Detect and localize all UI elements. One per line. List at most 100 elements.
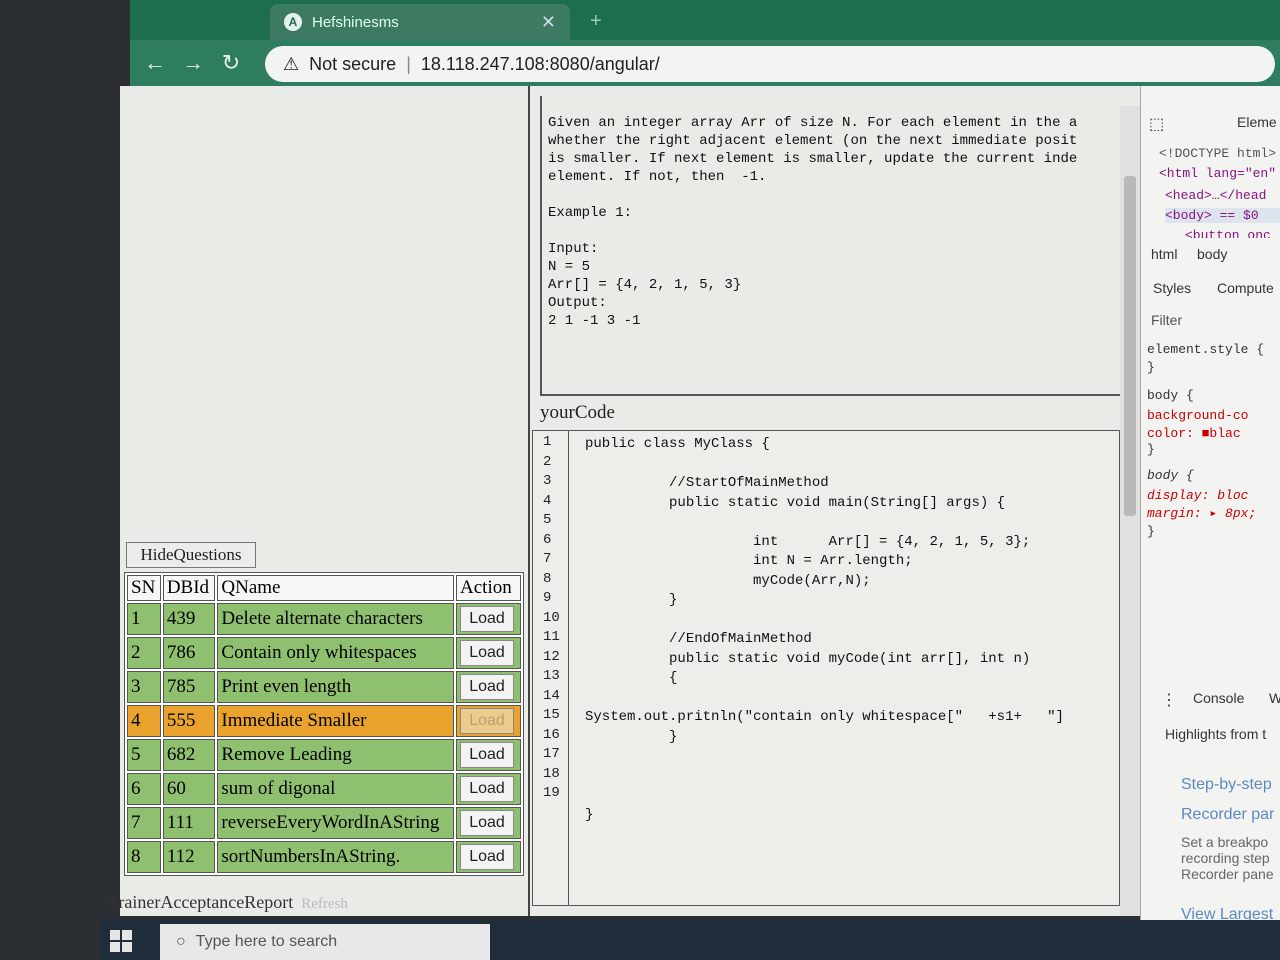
code-line[interactable]: } bbox=[585, 806, 1115, 826]
code-line[interactable] bbox=[585, 689, 1115, 709]
row-qname: Contain only whitespaces bbox=[217, 637, 455, 669]
load-button[interactable]: Load bbox=[460, 606, 515, 632]
load-button[interactable]: Load bbox=[460, 640, 515, 666]
back-icon[interactable]: ← bbox=[136, 50, 174, 76]
code-line[interactable]: //StartOfMainMethod bbox=[585, 474, 1115, 494]
load-button[interactable]: Load bbox=[460, 674, 515, 700]
dom-button[interactable]: <button onc bbox=[1185, 228, 1271, 238]
row-qname: sortNumbersInAString. bbox=[217, 841, 455, 873]
code-line[interactable]: //EndOfMainMethod bbox=[585, 630, 1115, 650]
recorder-link[interactable]: Recorder par bbox=[1181, 806, 1274, 824]
security-label: Not secure bbox=[309, 53, 397, 74]
favicon-icon: A bbox=[284, 13, 302, 31]
trainer-report-link[interactable]: TrainerAcceptanceReport Refresh bbox=[108, 892, 348, 913]
row-sn: 7 bbox=[127, 807, 161, 839]
code-line[interactable]: int N = Arr.length; bbox=[585, 552, 1115, 572]
style-rule: body { bbox=[1147, 468, 1194, 483]
row-action: Load bbox=[456, 773, 521, 805]
code-line[interactable]: public static void main(String[] args) { bbox=[585, 494, 1115, 514]
console-tab[interactable]: Console bbox=[1193, 690, 1244, 706]
styles-filter[interactable]: Filter bbox=[1151, 312, 1182, 328]
row-sn: 8 bbox=[127, 841, 161, 873]
reload-icon[interactable]: ↻ bbox=[212, 50, 250, 76]
question-description: Given an integer array Arr of size N. Fo… bbox=[540, 96, 1120, 396]
windows-start-icon[interactable] bbox=[110, 930, 132, 952]
question-list-pane: HideQuestions SN DBId QName Action 1 439… bbox=[108, 86, 530, 916]
warning-icon: ⚠ bbox=[283, 53, 300, 74]
line-number: 10 bbox=[543, 609, 560, 626]
header-qname: QName bbox=[217, 575, 455, 601]
breadcrumb-body[interactable]: body bbox=[1197, 246, 1227, 262]
header-dbid: DBId bbox=[162, 575, 216, 601]
code-line[interactable]: } bbox=[585, 728, 1115, 748]
computed-tab[interactable]: Compute bbox=[1217, 280, 1274, 296]
devtools-panel: ⬚ Eleme <!DOCTYPE html> <html lang="en" … bbox=[1140, 86, 1280, 960]
whats-new-tab[interactable]: W bbox=[1269, 690, 1280, 706]
code-line[interactable]: { bbox=[585, 669, 1115, 689]
code-editor[interactable]: 1 2 3 4 5 6 7 8 9 10 11 12 13 14 15 16 17 18 19 public cla… bbox=[532, 430, 1120, 906]
dom-head[interactable]: <head>…</head bbox=[1165, 188, 1266, 203]
hide-questions-button[interactable]: HideQuestions bbox=[126, 542, 256, 568]
line-number: 17 bbox=[543, 746, 560, 762]
load-button-disabled: Load bbox=[460, 708, 515, 734]
windows-taskbar: ○ Type here to search bbox=[100, 920, 1280, 960]
question-line: whether the right adjacent element (on t… bbox=[548, 133, 1078, 149]
scrollbar-thumb[interactable] bbox=[1124, 176, 1136, 516]
refresh-link[interactable]: Refresh bbox=[301, 896, 348, 912]
row-action: Load bbox=[456, 841, 521, 873]
breadcrumb-html[interactable]: html bbox=[1151, 246, 1177, 262]
elements-tab[interactable]: Eleme bbox=[1237, 114, 1277, 130]
table-row: 1 439 Delete alternate characters Load bbox=[127, 603, 521, 635]
line-number: 8 bbox=[543, 570, 552, 587]
questions-table: SN DBId QName Action 1 439 Delete altern… bbox=[124, 572, 524, 876]
line-number-gutter: 1 2 3 4 5 6 7 8 9 10 11 12 13 14 15 16 17 18 19 bbox=[533, 431, 569, 905]
address-separator: | bbox=[406, 53, 411, 74]
code-line[interactable]: public static void myCode(int arr[], int… bbox=[585, 650, 1115, 670]
new-tab-icon[interactable]: + bbox=[590, 10, 602, 33]
taskbar-search[interactable]: ○ Type here to search bbox=[160, 924, 490, 960]
line-number: 6 bbox=[543, 531, 552, 548]
row-sn: 1 bbox=[127, 603, 161, 635]
styles-tab[interactable]: Styles bbox=[1153, 280, 1191, 296]
code-line[interactable] bbox=[585, 767, 1115, 787]
example-line: N = 5 bbox=[548, 259, 591, 275]
page-scrollbar[interactable] bbox=[1120, 106, 1140, 916]
code-line[interactable] bbox=[585, 611, 1115, 631]
style-rule: } bbox=[1147, 360, 1155, 375]
inspect-icon[interactable]: ⬚ bbox=[1149, 114, 1164, 134]
code-line[interactable] bbox=[585, 747, 1115, 767]
code-line[interactable] bbox=[585, 786, 1115, 806]
example-label: Example 1: bbox=[548, 205, 633, 221]
code-line[interactable]: public class MyClass { bbox=[585, 435, 1115, 455]
load-button[interactable]: Load bbox=[460, 844, 515, 870]
close-icon[interactable]: ✕ bbox=[541, 12, 556, 33]
code-line[interactable] bbox=[585, 455, 1115, 475]
load-button[interactable]: Load bbox=[460, 742, 515, 768]
code-content[interactable]: public class MyClass { //StartOfMainMeth… bbox=[585, 435, 1115, 825]
code-line[interactable] bbox=[585, 513, 1115, 533]
row-action: Load bbox=[456, 807, 521, 839]
row-qname: sum of digonal bbox=[217, 773, 455, 805]
line-number: 4 bbox=[543, 492, 552, 509]
address-bar[interactable]: ⚠ Not secure | 18.118.247.108:8080/angul… bbox=[265, 46, 1275, 82]
browser-tab[interactable]: A Hefshinesms ✕ bbox=[270, 4, 570, 40]
code-line[interactable]: } bbox=[585, 591, 1115, 611]
drawer-menu-icon[interactable]: ⋮ bbox=[1161, 690, 1177, 710]
style-rule: margin: ▸ 8px; bbox=[1147, 506, 1257, 521]
example-line: Output: bbox=[548, 295, 607, 311]
header-action: Action bbox=[456, 575, 521, 601]
tab-title: Hefshinesms bbox=[312, 13, 399, 31]
row-dbid: 60 bbox=[162, 773, 216, 805]
code-line[interactable]: System.out.pritnln("contain only whitesp… bbox=[585, 708, 1115, 728]
browser-tab-bar: A Hefshinesms ✕ + bbox=[130, 0, 1280, 40]
code-line[interactable]: int Arr[] = {4, 2, 1, 5, 3}; bbox=[585, 533, 1115, 553]
code-line[interactable]: myCode(Arr,N); bbox=[585, 572, 1115, 592]
dom-body[interactable]: <body> == $0 bbox=[1165, 208, 1280, 223]
forward-icon[interactable]: → bbox=[174, 50, 212, 76]
row-action: Load bbox=[456, 637, 521, 669]
dom-html[interactable]: <html lang="en" bbox=[1159, 166, 1276, 181]
example-line: Arr[] = {4, 2, 1, 5, 3} bbox=[548, 277, 742, 293]
load-button[interactable]: Load bbox=[460, 776, 515, 802]
load-button[interactable]: Load bbox=[460, 810, 515, 836]
row-sn: 5 bbox=[127, 739, 161, 771]
